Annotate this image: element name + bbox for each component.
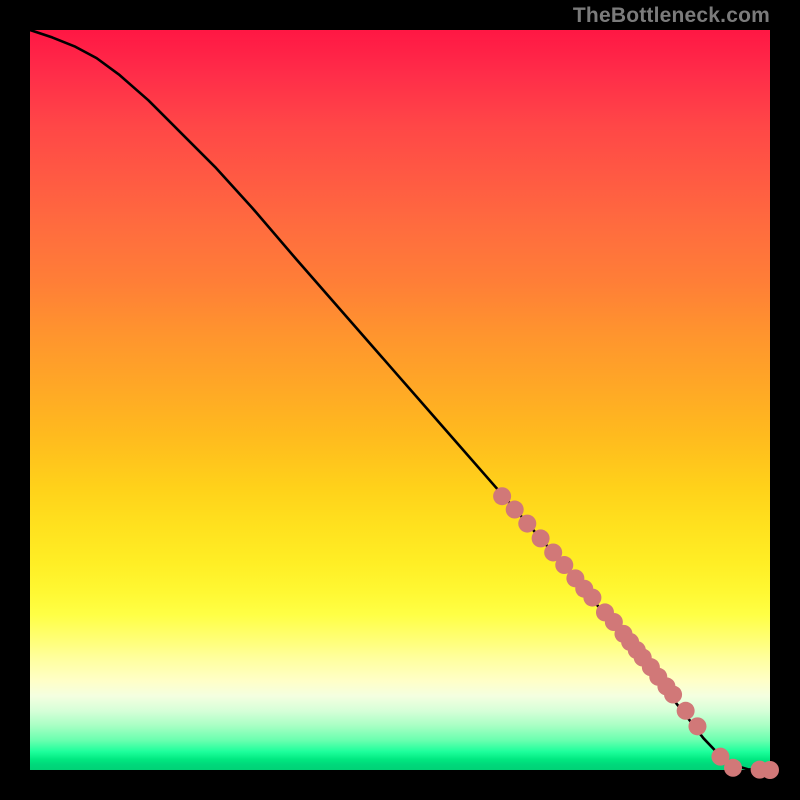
marker-group (493, 487, 779, 779)
data-marker (761, 761, 779, 779)
curve-line (30, 30, 770, 770)
data-marker (724, 759, 742, 777)
data-marker (664, 686, 682, 704)
data-marker (518, 515, 536, 533)
attribution-label: TheBottleneck.com (573, 4, 770, 28)
data-marker (688, 717, 706, 735)
chart-svg (30, 30, 770, 770)
data-marker (506, 501, 524, 519)
data-marker (493, 487, 511, 505)
data-marker (532, 529, 550, 547)
chart-stage: TheBottleneck.com (0, 0, 800, 800)
data-marker (583, 589, 601, 607)
data-marker (677, 702, 695, 720)
